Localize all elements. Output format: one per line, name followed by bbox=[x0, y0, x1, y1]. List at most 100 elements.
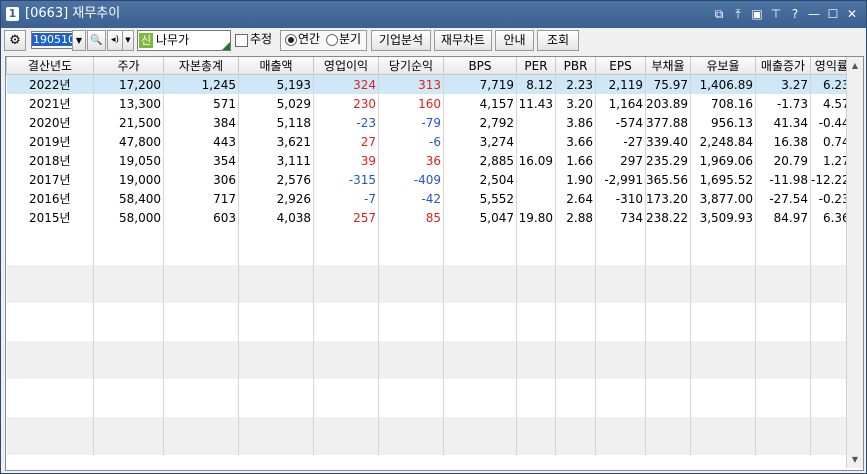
cell-op: -7 bbox=[313, 189, 379, 208]
col-header-price[interactable]: 주가 bbox=[93, 57, 164, 75]
cell-reserve bbox=[690, 284, 756, 303]
cell-equity: 717 bbox=[163, 189, 239, 208]
cell-equity bbox=[163, 227, 239, 246]
cell-eps: -2,991 bbox=[595, 170, 646, 189]
stock-code-dropdown-icon[interactable]: ▼ bbox=[72, 30, 86, 51]
col-header-equity[interactable]: 자본총계 bbox=[163, 57, 239, 75]
annual-radio[interactable] bbox=[285, 34, 297, 46]
cell-op: 39 bbox=[313, 151, 379, 170]
quarter-radio[interactable] bbox=[326, 34, 338, 46]
cell-bps bbox=[443, 246, 517, 265]
table-row[interactable]: 2019년 47,800 443 3,621 27 -6 3,274 3.66 -27 339.4… bbox=[6, 132, 853, 151]
table-row[interactable]: 2017년 19,000 306 2,576 -315 -409 2,504 1.90 -2,9… bbox=[6, 170, 853, 189]
stock-code-input[interactable]: 190510 bbox=[31, 31, 76, 49]
cell-reserve: 1,695.52 bbox=[690, 170, 756, 189]
company-analysis-button[interactable]: 기업분석 bbox=[371, 30, 431, 51]
link-window-icon[interactable]: ⧉ bbox=[711, 5, 727, 23]
col-header-year[interactable]: 결산년도 bbox=[6, 57, 94, 75]
cell-year: 2019년 bbox=[6, 132, 94, 151]
cell-net bbox=[378, 246, 444, 265]
financial-chart-button[interactable]: 재무차트 bbox=[434, 30, 492, 51]
cell-per bbox=[516, 132, 556, 151]
cell-growth: 41.34 bbox=[755, 113, 811, 132]
cell-price bbox=[93, 341, 164, 360]
query-button[interactable]: 조회 bbox=[537, 30, 579, 51]
sound-dropdown-icon[interactable]: ▼ bbox=[122, 30, 134, 51]
cell-growth: -11.98 bbox=[755, 170, 811, 189]
cell-per bbox=[516, 284, 556, 303]
col-header-net-income[interactable]: 당기순익 bbox=[378, 57, 444, 75]
cell-bps bbox=[443, 379, 517, 398]
stock-name-field[interactable]: 신 나무가 bbox=[137, 30, 231, 51]
cell-debt: 238.22 bbox=[645, 208, 691, 227]
cell-equity bbox=[163, 265, 239, 284]
table-row[interactable]: 2022년 17,200 1,245 5,193 324 313 7,719 8.12 2.23… bbox=[6, 74, 853, 94]
table-row[interactable]: 2018년 19,050 354 3,111 39 36 2,885 16.09 1.66 297… bbox=[6, 151, 853, 170]
cell-price bbox=[93, 360, 164, 379]
table-row[interactable]: 2020년 21,500 384 5,118 -23 -79 2,792 3.86 -574 37… bbox=[6, 113, 853, 132]
col-header-operating-profit[interactable]: 영업이익 bbox=[313, 57, 379, 75]
cell-pbr: 1.90 bbox=[555, 170, 596, 189]
cell-sales bbox=[238, 246, 314, 265]
cell-reserve bbox=[690, 322, 756, 341]
cell-pbr bbox=[555, 265, 596, 284]
cell-pbr bbox=[555, 417, 596, 436]
quarter-label: 분기 bbox=[339, 32, 362, 46]
cell-price: 47,800 bbox=[93, 132, 164, 151]
estimate-checkbox[interactable] bbox=[235, 34, 248, 47]
guide-button[interactable]: 안내 bbox=[495, 30, 534, 51]
cell-debt: 365.56 bbox=[645, 170, 691, 189]
cell-reserve bbox=[690, 379, 756, 398]
cell-net: -409 bbox=[378, 170, 444, 189]
col-header-debt-ratio[interactable]: 부채율 bbox=[645, 57, 691, 75]
col-header-sales-growth[interactable]: 매출증가 bbox=[755, 57, 811, 75]
cell-eps: 734 bbox=[595, 208, 646, 227]
col-header-reserve-ratio[interactable]: 유보율 bbox=[690, 57, 756, 75]
financial-grid[interactable]: 결산년도 주가 자본총계 매출액 영업이익 당기순익 BPS PER PBR E… bbox=[5, 56, 864, 471]
cell-debt: 377.88 bbox=[645, 113, 691, 132]
settings-gear-icon[interactable]: ⚙ bbox=[4, 30, 26, 51]
cell-eps bbox=[595, 227, 646, 246]
col-header-pbr[interactable]: PBR bbox=[555, 57, 596, 75]
col-header-sales[interactable]: 매출액 bbox=[238, 57, 314, 75]
cell-op: 230 bbox=[313, 94, 379, 113]
close-icon[interactable]: ✕ bbox=[844, 5, 860, 23]
cell-eps: -27 bbox=[595, 132, 646, 151]
title-bar[interactable]: 1 [0663] 재무추이 ⧉ ⤒ ▣ ⊤ ? — ☐ ✕ bbox=[1, 1, 866, 28]
cell-eps: 2,119 bbox=[595, 74, 646, 94]
cell-price: 19,050 bbox=[93, 151, 164, 170]
col-header-eps[interactable]: EPS bbox=[595, 57, 646, 75]
cell-debt bbox=[645, 398, 691, 417]
scroll-up-icon[interactable]: ▲ bbox=[847, 57, 863, 74]
help-icon[interactable]: ? bbox=[787, 5, 803, 23]
cell-equity: 443 bbox=[163, 132, 239, 151]
header-row: 결산년도 주가 자본총계 매출액 영업이익 당기순익 BPS PER PBR E… bbox=[6, 57, 853, 75]
cell-pbr bbox=[555, 227, 596, 246]
cell-op bbox=[313, 246, 379, 265]
cell-debt: 339.40 bbox=[645, 132, 691, 151]
col-header-bps[interactable]: BPS bbox=[443, 57, 517, 75]
empty-row bbox=[6, 322, 853, 341]
table-row[interactable]: 2015년 58,000 603 4,038 257 85 5,047 19.80 2.88 73… bbox=[6, 208, 853, 227]
cell-debt: 203.89 bbox=[645, 94, 691, 113]
screenshot-icon[interactable]: ▣ bbox=[749, 5, 765, 23]
table-row[interactable]: 2021년 13,300 571 5,029 230 160 4,157 11.43 3.20 1… bbox=[6, 94, 853, 113]
cell-sales: 2,576 bbox=[238, 170, 314, 189]
col-header-per[interactable]: PER bbox=[516, 57, 556, 75]
search-icon[interactable]: 🔍 bbox=[87, 30, 106, 51]
cell-price bbox=[93, 265, 164, 284]
cell-equity bbox=[163, 436, 239, 455]
pin-top-icon[interactable]: ⤒ bbox=[730, 5, 746, 23]
cell-sales bbox=[238, 417, 314, 436]
sound-icon[interactable]: ◂) bbox=[107, 30, 123, 51]
scroll-down-icon[interactable]: ▼ bbox=[847, 451, 863, 468]
vertical-scrollbar[interactable]: ▲ ▼ bbox=[846, 57, 863, 468]
minimize-icon[interactable]: — bbox=[806, 5, 822, 23]
cell-op: -315 bbox=[313, 170, 379, 189]
font-size-icon[interactable]: ⊤ bbox=[768, 5, 784, 23]
cell-eps: 1,164 bbox=[595, 94, 646, 113]
cell-net bbox=[378, 322, 444, 341]
table-row[interactable]: 2016년 58,400 717 2,926 -7 -42 5,552 2.64 -310 173… bbox=[6, 189, 853, 208]
maximize-icon[interactable]: ☐ bbox=[825, 5, 841, 23]
cell-equity: 384 bbox=[163, 113, 239, 132]
